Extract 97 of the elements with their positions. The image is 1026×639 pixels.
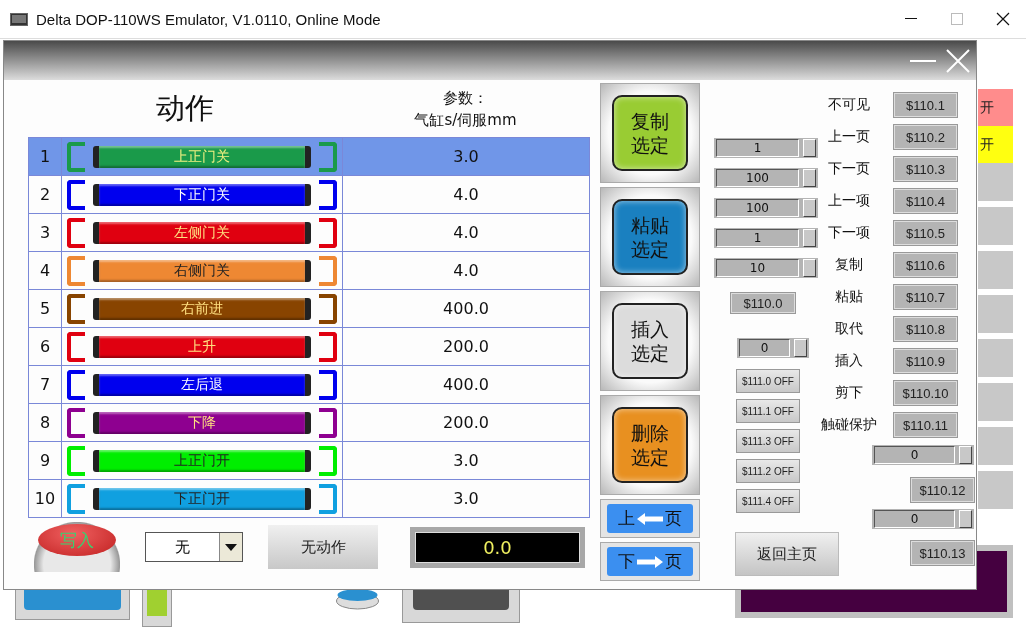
row-number: 6	[28, 327, 62, 366]
column-heading: 动作	[155, 89, 214, 127]
action-button[interactable]: 复制 选定	[600, 83, 700, 183]
field-value: 10	[716, 259, 799, 277]
page-button[interactable]: 上 页	[600, 499, 700, 538]
arrow-icon	[635, 511, 665, 526]
address-tag: $110.9	[894, 349, 957, 373]
flag-label: 插入	[834, 352, 864, 370]
flag-label: 复制	[834, 256, 864, 274]
action-button[interactable]: 插入 选定	[600, 291, 700, 391]
action-button[interactable]: 删除 选定	[600, 395, 700, 495]
table-cell: 400.0	[342, 365, 590, 404]
flag-label: 粘贴	[834, 288, 864, 306]
off-button[interactable]: $111.4 OFF	[736, 489, 800, 513]
address-tag: $110.6	[894, 253, 957, 277]
no-action-button[interactable]: 无动作	[268, 525, 378, 569]
flag-label: 不可见	[827, 96, 871, 114]
number-field[interactable]: 100	[714, 198, 818, 218]
close-icon[interactable]	[996, 12, 1010, 26]
address-tag: $110.3	[894, 157, 957, 181]
window-title: Delta DOP-110WS Emulator, V1.0110, Online Mode	[36, 10, 382, 28]
monitor-icon	[10, 12, 28, 26]
table-cell: 4.0	[342, 251, 590, 290]
table-cell: 3.0	[342, 479, 590, 518]
address-tag: $110.7	[894, 285, 957, 309]
address-tag: $110.10	[894, 381, 957, 405]
off-button[interactable]: $111.3 OFF	[736, 429, 800, 453]
scroll-thumb[interactable]	[803, 139, 816, 157]
address-tag: $110.8	[894, 317, 957, 341]
table-cell: 4.0	[342, 175, 590, 214]
field-value: 100	[716, 199, 799, 217]
number-field[interactable]: 1	[714, 228, 818, 248]
address-tag: $110.0	[731, 293, 795, 313]
field-value: 0	[874, 446, 955, 464]
scroll-thumb[interactable]	[959, 446, 972, 464]
page-button[interactable]: 下 页	[600, 542, 700, 581]
flag-label: 下一页	[827, 160, 871, 178]
home-button[interactable]: 返回主页	[735, 532, 839, 576]
off-button[interactable]: $111.0 OFF	[736, 369, 800, 393]
number-field[interactable]: 100	[714, 168, 818, 188]
address-tag: $110.4	[894, 189, 957, 213]
side-button[interactable]: 开	[978, 89, 1013, 126]
field-value: 1	[716, 139, 799, 157]
address-tag: $110.5	[894, 221, 957, 245]
row-number: 3	[28, 213, 62, 252]
number-field[interactable]: 0	[872, 445, 974, 465]
field-value: 100	[716, 169, 799, 187]
flag-label: 上一页	[827, 128, 871, 146]
number-field[interactable]: 1	[714, 138, 818, 158]
action-button[interactable]: 粘贴 选定	[600, 187, 700, 287]
field-value: 1	[716, 229, 799, 247]
scroll-thumb[interactable]	[803, 229, 816, 247]
field-value: 0	[874, 510, 955, 528]
address-tag: $110.2	[894, 125, 957, 149]
number-field[interactable]: 0	[872, 509, 974, 529]
row-number: 4	[28, 251, 62, 290]
scroll-thumb[interactable]	[803, 199, 816, 217]
column-heading: 气缸s/伺服mm	[414, 109, 517, 131]
column-heading: 参数：	[442, 87, 489, 109]
row-number: 2	[28, 175, 62, 214]
arrow-icon	[635, 554, 665, 569]
row-number: 7	[28, 365, 62, 404]
row-number: 10	[28, 479, 62, 518]
table-cell: 3.0	[342, 137, 590, 176]
flag-label: 下一项	[827, 224, 871, 242]
table-cell: 3.0	[342, 441, 590, 480]
field-value: 0	[739, 339, 790, 357]
table-cell: 400.0	[342, 289, 590, 328]
value-display: 0.0	[410, 526, 585, 568]
flag-label: 剪下	[834, 384, 864, 402]
address-tag: $110.13	[911, 541, 974, 565]
address-tag: $110.1	[894, 93, 957, 117]
scroll-thumb[interactable]	[803, 169, 816, 187]
address-tag: $110.11	[894, 413, 957, 437]
table-cell: 200.0	[342, 403, 590, 442]
address-tag: $110.12	[911, 478, 974, 502]
flag-label: 取代	[834, 320, 864, 338]
row-number: 5	[28, 289, 62, 328]
flag-label: 触碰保护	[820, 416, 878, 434]
scroll-thumb[interactable]	[959, 510, 972, 528]
minimize-icon[interactable]	[905, 18, 917, 20]
row-number: 8	[28, 403, 62, 442]
row-number: 9	[28, 441, 62, 480]
flag-label: 上一项	[827, 192, 871, 210]
side-button[interactable]: 开	[978, 126, 1013, 163]
number-field[interactable]: 0	[737, 338, 809, 358]
dropdown[interactable]: 无	[145, 532, 243, 562]
scroll-thumb[interactable]	[794, 339, 807, 357]
table-cell: 4.0	[342, 213, 590, 252]
table-cell: 200.0	[342, 327, 590, 366]
background-button[interactable]	[142, 587, 172, 627]
row-number: 1	[28, 137, 62, 176]
number-field[interactable]: 10	[714, 258, 818, 278]
caret-icon	[225, 543, 237, 551]
scroll-thumb[interactable]	[803, 259, 816, 277]
off-button[interactable]: $111.2 OFF	[736, 459, 800, 483]
off-button[interactable]: $111.1 OFF	[736, 399, 800, 423]
